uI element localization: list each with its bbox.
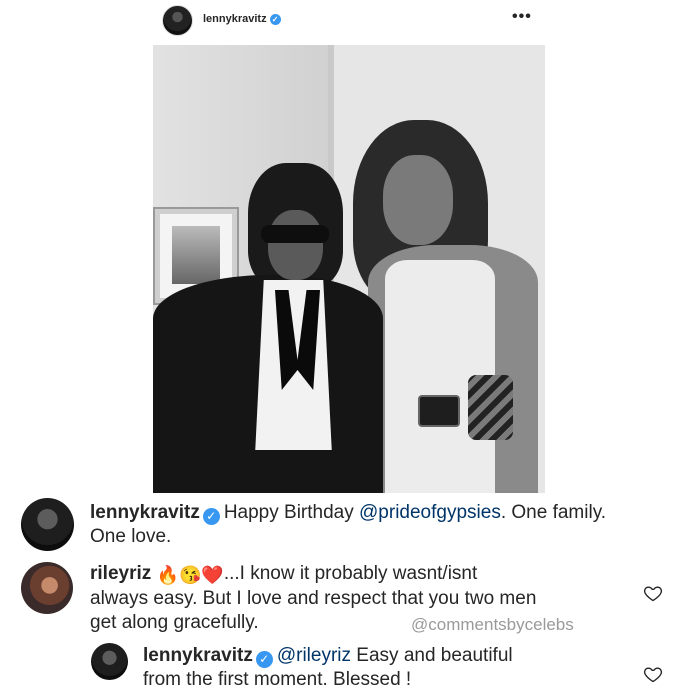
caption-segment: Happy Birthday (223, 502, 360, 523)
caption-segment: . One family. (500, 502, 607, 523)
heart-icon[interactable] (643, 583, 663, 603)
caption-text: lennykravitz ✓ Happy Birthday @prideofgyps… (90, 501, 690, 549)
comment-line: Easy and beautiful (351, 645, 513, 666)
fire-emoji: 🔥 (156, 565, 179, 585)
verified-badge-icon: ✓ (269, 13, 281, 25)
avatar[interactable] (162, 5, 193, 36)
photo-arm-tattoo (468, 375, 513, 440)
kiss-emoji: 😘 (178, 565, 202, 585)
caption-segment: One love. (90, 526, 172, 547)
watermark: @commentsbycelebs (411, 615, 574, 634)
photo-sunglasses (261, 225, 329, 243)
photo-person-left-face (268, 210, 323, 280)
verified-badge-icon: ✓ (202, 508, 220, 525)
comment-username[interactable]: rileyriz (90, 563, 151, 584)
comment-text: lennykravitz ✓ @rileyriz Easy and beautifu… (143, 644, 623, 692)
photo-person-right-face (383, 155, 453, 245)
photo-camera (418, 395, 460, 427)
comment-line: always easy. But I love and respect that… (90, 588, 537, 609)
comment-line: get along gracefully. (90, 612, 259, 633)
more-options-icon[interactable]: ••• (512, 8, 532, 26)
mention-link[interactable]: @rileyriz (277, 645, 351, 666)
heart-emoji: ❤️ (201, 565, 224, 585)
comment-username[interactable]: lennykravitz (143, 645, 253, 666)
mention-link[interactable]: @prideofgypsies (359, 502, 501, 523)
comment-line: ...I know it probably wasnt/isnt (223, 563, 478, 584)
photo-frame-picture (172, 226, 220, 284)
post-photo[interactable] (153, 45, 545, 493)
avatar[interactable] (91, 643, 128, 680)
verified-badge-icon: ✓ (255, 651, 273, 668)
comment-username[interactable]: lennykravitz (90, 502, 200, 523)
post-username[interactable]: lennykravitz ✓ (203, 13, 281, 25)
heart-icon[interactable] (643, 664, 663, 684)
avatar[interactable] (21, 498, 74, 551)
comment-line: from the first moment. Blessed ! (143, 669, 412, 690)
avatar[interactable] (21, 562, 73, 614)
username-link[interactable]: lennykravitz (203, 13, 267, 25)
post-header: lennykravitz ✓ ••• (0, 0, 700, 42)
